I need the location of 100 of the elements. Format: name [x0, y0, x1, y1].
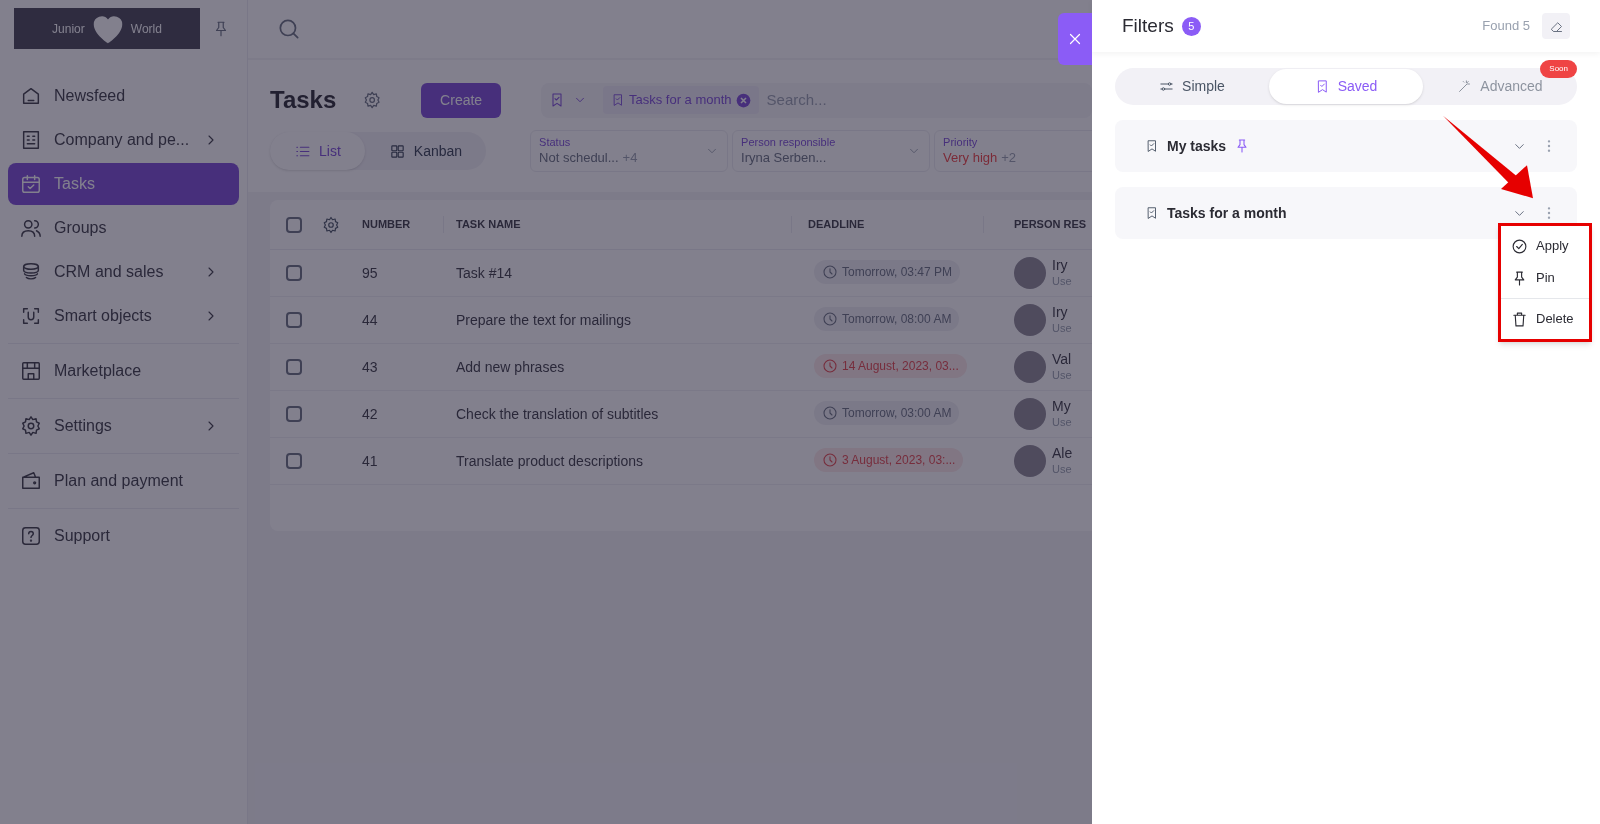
filter-label: Status: [539, 136, 572, 150]
avatar: [1014, 257, 1046, 289]
count-badge: 5: [1181, 16, 1201, 36]
sidebar-item[interactable]: Company and pe...: [8, 119, 239, 161]
view-tab[interactable]: List: [270, 132, 365, 170]
bookmark-icon[interactable]: [549, 92, 565, 108]
create-button[interactable]: Create: [421, 82, 501, 118]
column-header: NUMBER: [362, 218, 411, 231]
logo-text: Junior: [52, 20, 85, 38]
sidebar-item[interactable]: Groups: [8, 207, 239, 249]
logo-text: World: [130, 20, 162, 38]
table-cell: 41: [362, 452, 378, 469]
person-name: Iry: [1052, 304, 1069, 322]
sidebar-item[interactable]: Newsfeed: [8, 75, 239, 117]
page-title: Tasks: [270, 85, 338, 115]
filter-tab[interactable]: Simple: [1115, 69, 1269, 104]
grid-icon: [388, 142, 406, 160]
settings-icon[interactable]: [362, 90, 382, 110]
filter-name: Tasks for a month: [1167, 203, 1287, 223]
task-name: Translate product descriptions: [456, 452, 644, 469]
filter-value: Iryna Serben...: [741, 149, 827, 166]
avatar: [1014, 445, 1046, 477]
sidebar-item[interactable]: Smart objects: [8, 295, 239, 337]
close-button[interactable]: [1058, 13, 1092, 65]
deadline-pill: 3 August, 2023, 03:...: [814, 448, 964, 472]
remove-icon[interactable]: [735, 92, 751, 108]
deadline-pill: 14 August, 2023, 03...: [814, 354, 967, 378]
bookmark-icon: [611, 93, 625, 107]
table-cell: 43: [362, 358, 378, 375]
sidebar-item[interactable]: CRM and sales: [8, 251, 239, 293]
sidebar-item[interactable]: Settings: [8, 405, 239, 447]
filter-tab[interactable]: Saved: [1269, 69, 1423, 104]
menu-icon: [20, 415, 42, 437]
clock-icon: [822, 311, 838, 327]
saved-filter[interactable]: My tasks: [1115, 120, 1577, 172]
menu-item[interactable]: Apply: [1501, 230, 1589, 262]
checkbox[interactable]: [286, 359, 302, 375]
menu-icon: [20, 360, 42, 382]
view-tab[interactable]: Kanban: [364, 132, 487, 170]
menu-icon: [20, 129, 42, 151]
clock-icon: [822, 358, 838, 374]
filter-value: Very high: [943, 149, 998, 166]
checkbox[interactable]: [286, 406, 302, 422]
deadline-pill: Tomorrow, 08:00 AM: [814, 307, 960, 331]
filter-dropdown[interactable]: Person responsible Iryna Serben...: [732, 130, 931, 172]
drawer-title: Filters: [1122, 13, 1174, 38]
checkbox[interactable]: [286, 312, 302, 328]
wand-icon: [1457, 79, 1473, 94]
trash-icon: [1511, 310, 1528, 328]
filter-value: Not schedul...: [539, 149, 619, 166]
sidebar-item[interactable]: Tasks: [8, 163, 239, 205]
task-name: Add new phrases: [456, 358, 565, 375]
person-name: My: [1052, 398, 1072, 416]
column-header: PERSON RES: [1014, 218, 1087, 231]
column-header: TASK NAME: [456, 218, 521, 231]
person-name: Val: [1052, 351, 1072, 369]
clock-icon: [822, 452, 838, 468]
menu-icon: [20, 261, 42, 283]
checkbox[interactable]: [286, 216, 302, 233]
clear-button[interactable]: [1542, 13, 1570, 39]
settings-icon[interactable]: [322, 215, 340, 234]
menu-icon: [20, 217, 42, 239]
bookmark-icon: [1145, 206, 1159, 220]
table-cell: 44: [362, 311, 378, 328]
sidebar-item[interactable]: Support: [8, 515, 239, 557]
menu-item[interactable]: Delete: [1501, 303, 1589, 335]
clock-icon: [822, 264, 838, 280]
bookmark-icon: [1145, 139, 1159, 153]
filter-chip[interactable]: Tasks for a month: [603, 86, 759, 114]
clock-icon: [822, 405, 838, 421]
avatar: [1014, 398, 1046, 430]
found-count: Found 5: [1482, 17, 1530, 36]
filter-label: Priority: [943, 136, 979, 150]
checkbox[interactable]: [286, 453, 302, 469]
table-cell: 42: [362, 405, 378, 422]
menu-icon: [20, 525, 42, 547]
sidebar-item[interactable]: Marketplace: [8, 350, 239, 392]
person-name: Ale: [1052, 445, 1073, 463]
filter-label: Person responsible: [741, 136, 837, 150]
person-name: Iry: [1052, 257, 1069, 275]
task-name: Check the translation of subtitles: [456, 405, 659, 422]
avatar: [1014, 304, 1046, 336]
checkbox[interactable]: [286, 265, 302, 281]
avatar: [1014, 351, 1046, 383]
table-cell: 95: [362, 264, 378, 281]
menu-icon: [20, 85, 42, 107]
task-name: Task #14: [456, 264, 513, 281]
menu-icon: [20, 305, 42, 327]
sidebar-item[interactable]: Plan and payment: [8, 460, 239, 502]
filter-name: My tasks: [1167, 136, 1227, 156]
menu-icon: [20, 470, 42, 492]
menu-icon: [20, 173, 42, 195]
sliders-icon: [1159, 79, 1175, 94]
check-icon: [1511, 237, 1528, 255]
menu-item[interactable]: Pin: [1501, 262, 1589, 294]
deadline-pill: Tomorrow, 03:00 AM: [814, 401, 960, 425]
task-name: Prepare the text for mailings: [456, 311, 632, 328]
soon-badge: Soon: [1540, 60, 1577, 78]
deadline-pill: Tomorrow, 03:47 PM: [814, 260, 961, 284]
column-header: DEADLINE: [808, 218, 865, 231]
